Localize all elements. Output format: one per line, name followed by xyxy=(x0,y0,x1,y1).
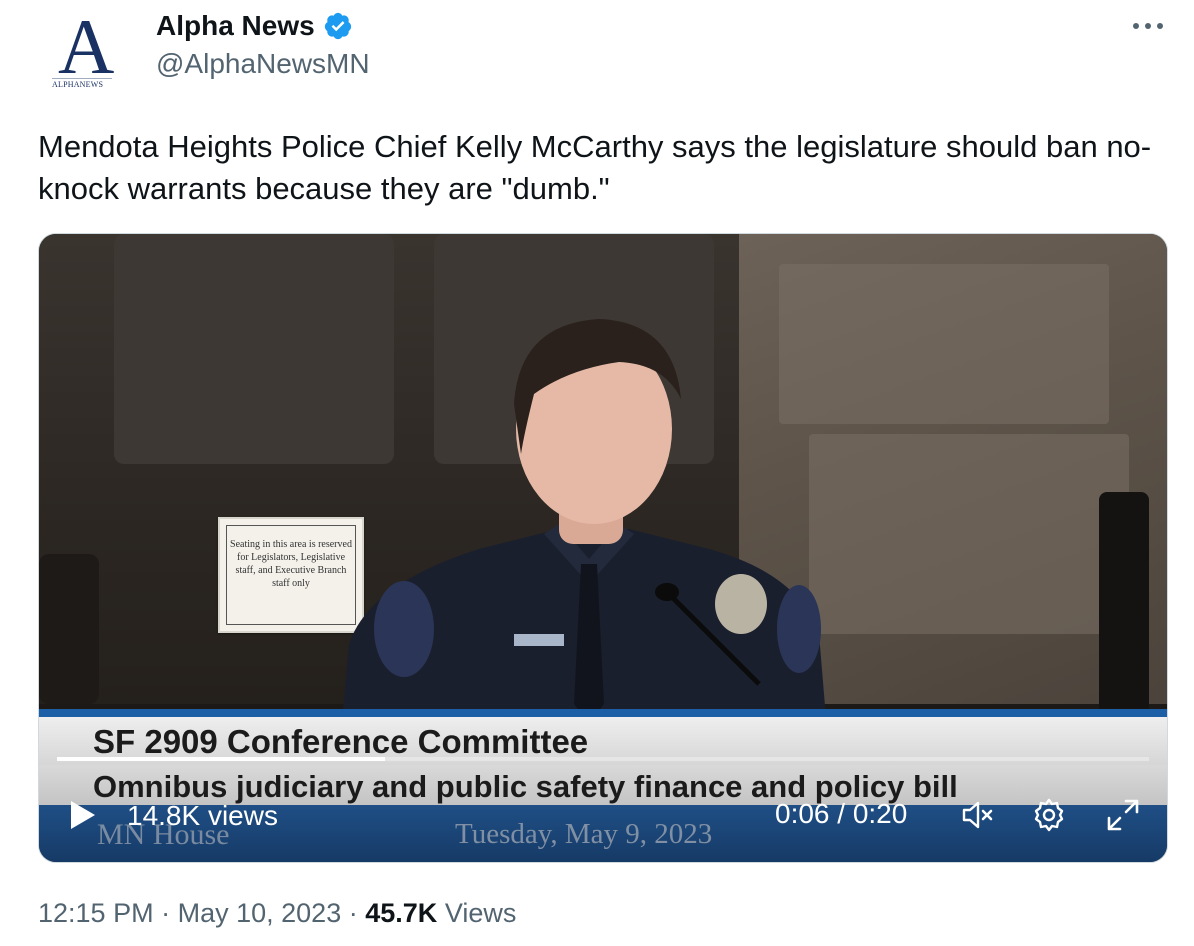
play-icon[interactable] xyxy=(63,797,99,833)
video-views-label: 14.8K views xyxy=(127,800,278,831)
avatar-logo-rule xyxy=(52,78,112,79)
video-stanchion xyxy=(1099,492,1149,742)
fullscreen-icon[interactable] xyxy=(1105,797,1141,833)
meta-separator: · xyxy=(161,898,171,928)
tweet-views-label: Views xyxy=(444,898,517,928)
tweet-metadata: 12:15 PM · May 10, 2023 · 45.7K Views xyxy=(38,898,516,929)
mute-icon[interactable] xyxy=(959,797,995,833)
tweet-time[interactable]: 12:15 PM xyxy=(38,898,154,928)
avatar-logo-caption: ALPHANEWS xyxy=(52,80,104,89)
video-wall-panel xyxy=(809,434,1129,634)
tweet-date[interactable]: May 10, 2023 xyxy=(178,898,342,928)
lower-third-subtitle-bar: Omnibus judiciary and public safety fina… xyxy=(39,765,1167,805)
tweet-views-count: 45.7K xyxy=(365,898,438,928)
author-display-name[interactable]: Alpha News xyxy=(156,10,315,42)
more-icon[interactable] xyxy=(1128,14,1168,38)
avatar[interactable]: A ALPHANEWS xyxy=(38,3,138,106)
meta-separator: · xyxy=(348,898,358,928)
video-scrubber[interactable] xyxy=(57,757,1149,761)
tweet: A ALPHANEWS Alpha News @AlphaNewsMN Mend… xyxy=(0,0,1194,946)
video-scrubber-progress xyxy=(57,757,385,761)
verified-badge-icon[interactable] xyxy=(323,11,353,41)
author-handle[interactable]: @AlphaNewsMN xyxy=(156,48,370,80)
video-player[interactable]: Seating in this area is reserved for Leg… xyxy=(38,233,1168,863)
lower-third-title: SF 2909 Conference Committee xyxy=(93,723,589,760)
video-chair xyxy=(39,554,99,704)
tweet-text: Mendota Heights Police Chief Kelly McCar… xyxy=(38,129,1152,206)
author-name-row: Alpha News xyxy=(156,8,353,44)
video-time-label: 0:06 / 0:20 xyxy=(775,798,908,829)
settings-icon[interactable] xyxy=(1031,797,1067,833)
video-watermark-date: Tuesday, May 9, 2023 xyxy=(455,818,713,850)
lower-third-accent-bar xyxy=(39,709,1167,717)
video-speaker xyxy=(339,319,829,754)
